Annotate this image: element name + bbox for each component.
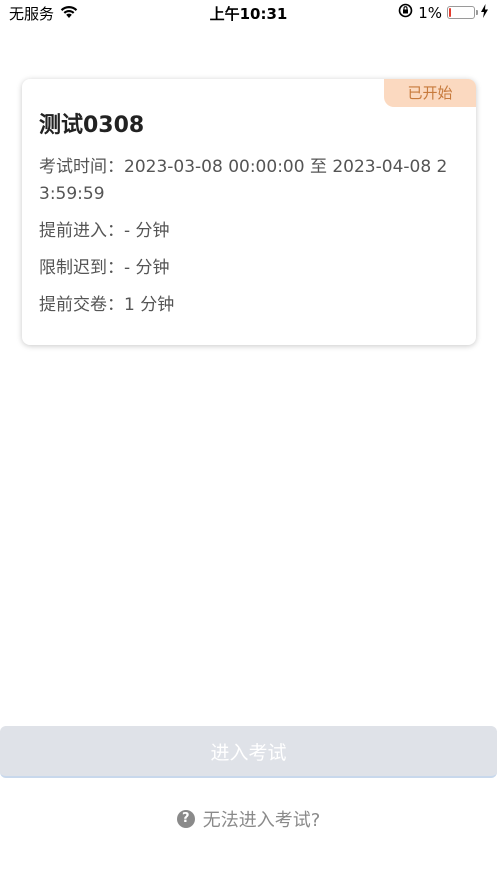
late-limit-row: 限制迟到：- 分钟 [39, 255, 461, 282]
early-submit-row: 提前交卷：1 分钟 [39, 292, 461, 319]
battery-percent: 1% [418, 3, 442, 22]
charging-icon [480, 3, 489, 22]
battery-icon [447, 6, 478, 19]
early-entry-value: - 分钟 [124, 221, 170, 241]
status-bar: 无服务 上午10:31 1% [0, 0, 497, 26]
early-entry-row: 提前进入：- 分钟 [39, 218, 461, 245]
orientation-lock-icon [398, 3, 413, 22]
status-right: 1% [398, 3, 489, 22]
question-circle-icon: ? [176, 810, 195, 828]
screen: 无服务 上午10:31 1% 已开始 测试0308 考试时间：2023-03-0… [0, 0, 497, 883]
early-submit-label: 提前交卷： [39, 295, 124, 315]
exam-time-row: 考试时间：2023-03-08 00:00:00 至 2023-04-08 23… [39, 154, 461, 208]
exam-info: 考试时间：2023-03-08 00:00:00 至 2023-04-08 23… [39, 154, 461, 329]
help-link-label: 无法进入考试? [202, 810, 321, 831]
early-entry-label: 提前进入： [39, 221, 124, 241]
cannot-enter-help-link[interactable]: ? 无法进入考试? [0, 806, 497, 832]
status-badge: 已开始 [384, 79, 476, 107]
exam-title: 测试0308 [39, 113, 145, 138]
early-submit-value: 1 分钟 [124, 295, 175, 315]
late-limit-value: - 分钟 [124, 258, 170, 278]
enter-exam-button[interactable]: 进入考试 [0, 726, 497, 778]
exam-time-label: 考试时间： [39, 157, 124, 177]
exam-card[interactable]: 已开始 测试0308 考试时间：2023-03-08 00:00:00 至 20… [22, 79, 476, 345]
late-limit-label: 限制迟到： [39, 258, 124, 278]
